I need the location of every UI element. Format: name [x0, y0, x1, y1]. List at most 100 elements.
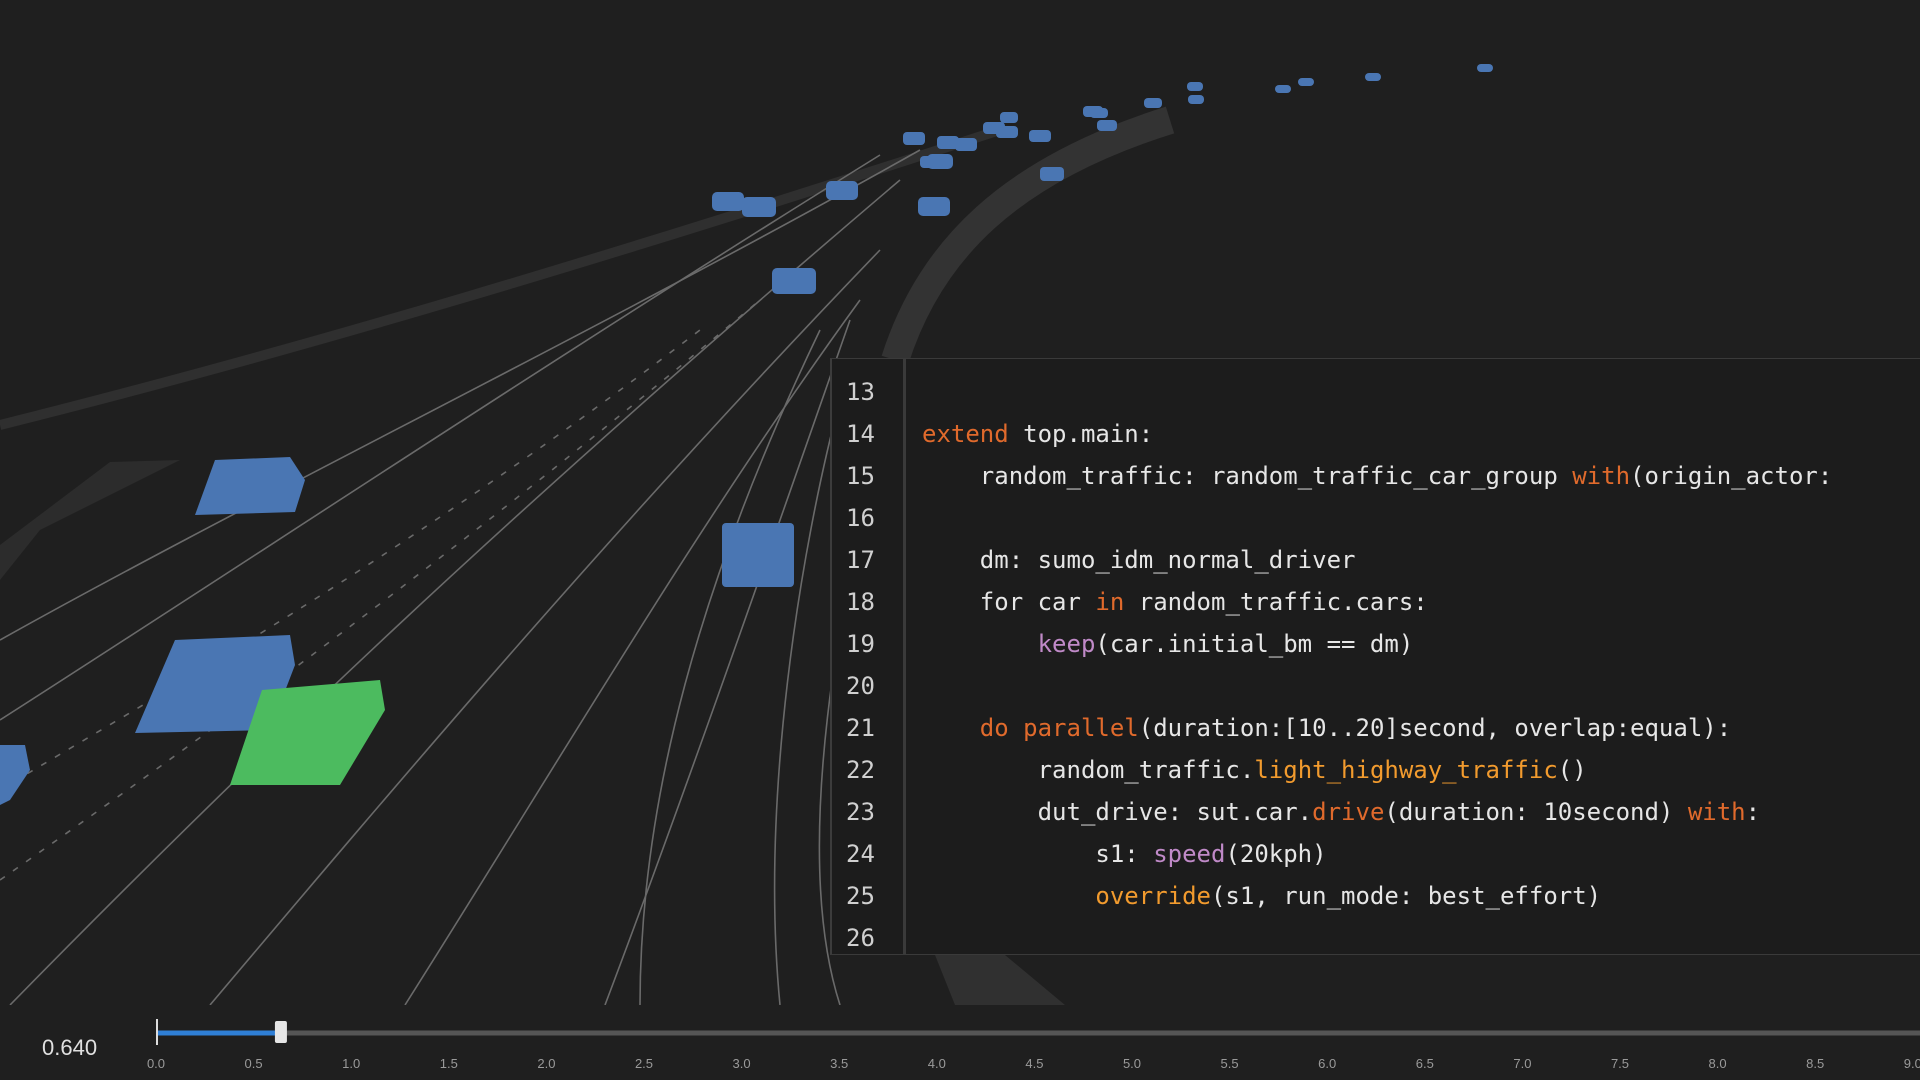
timeline-tick-label: 7.5 [1611, 1056, 1629, 1071]
code-token: drive [1312, 798, 1385, 826]
timeline-tick-label: 0.5 [245, 1056, 263, 1071]
timeline-tick-label: 1.5 [440, 1056, 458, 1071]
line-number: 26 [846, 924, 875, 952]
code-token: speed [1153, 840, 1226, 868]
traffic-car [1477, 64, 1493, 72]
code-line: 18 for car in random_traffic.cars: [832, 581, 1920, 623]
code-token: override [1095, 882, 1211, 910]
code-token: with [1687, 798, 1746, 826]
code-text: do parallel(duration:[10..20]second, ove… [922, 707, 1731, 749]
code-token: dut_drive: sut.car. [922, 798, 1313, 826]
code-token: light_highway_traffic [1254, 756, 1558, 784]
code-token: do [979, 714, 1009, 742]
code-line: 21 do parallel(duration:[10..20]second, … [832, 707, 1920, 749]
line-number: 19 [846, 630, 875, 658]
timeline-tick-label: 8.0 [1709, 1056, 1727, 1071]
timeline-tick-label: 0.0 [147, 1056, 165, 1071]
traffic-car [903, 132, 925, 145]
simulation-viewport[interactable]: 13 14 extend top.main: 15 random_traffic: r… [0, 0, 1920, 1005]
code-token: top.main: [1008, 420, 1154, 448]
line-number: 20 [846, 672, 875, 700]
code-token: (origin_actor: [1630, 462, 1833, 490]
code-token: parallel [1023, 714, 1139, 742]
code-text: random_traffic: random_traffic_car_group… [922, 455, 1833, 497]
code-text: keep(car.initial_bm == dm) [922, 623, 1414, 665]
code-text: s1: speed(20kph) [922, 833, 1327, 875]
traffic-car [1040, 167, 1064, 181]
traffic-car [1000, 112, 1018, 123]
code-token: for car [922, 588, 1096, 616]
traffic-car [1187, 82, 1203, 91]
traffic-car [826, 181, 858, 200]
traffic-car [1275, 85, 1291, 93]
code-token: s1: [922, 840, 1154, 868]
line-number: 23 [846, 798, 875, 826]
traffic-car [1365, 73, 1381, 81]
code-token: (20kph) [1225, 840, 1327, 868]
timeline-tick-label: 1.0 [342, 1056, 360, 1071]
code-token: random_traffic: random_traffic_car_group [922, 462, 1573, 490]
code-token: in [1095, 588, 1125, 616]
traffic-car [712, 192, 744, 211]
code-token: random_traffic. [922, 756, 1255, 784]
traffic-car [1298, 78, 1314, 86]
timeline-tick-label: 5.5 [1221, 1056, 1239, 1071]
line-number: 15 [846, 462, 875, 490]
line-number: 22 [846, 756, 875, 784]
code-editor-panel[interactable]: 13 14 extend top.main: 15 random_traffic: r… [830, 358, 1920, 955]
code-line: 20 [832, 665, 1920, 707]
code-line: 13 [832, 371, 1920, 413]
traffic-car [1144, 98, 1162, 108]
code-token: with [1572, 462, 1631, 490]
code-text: override(s1, run_mode: best_effort) [922, 875, 1601, 917]
timeline-tick-labels: 0.0 0.5 1.0 1.5 2.0 2.5 3.0 3.5 4.0 4.5 5.0 5.5 6.0 6… [147, 1056, 1920, 1071]
traffic-car [0, 745, 30, 805]
timeline-tick-label: 5.0 [1123, 1056, 1141, 1071]
timeline-slider[interactable]: 0.0 0.5 1.0 1.5 2.0 2.5 3.0 3.5 4.0 4.5 5.0 5.5 6.0 6… [0, 1005, 1920, 1080]
timeline-bar[interactable]: 0.640 0.0 0.5 1.0 1.5 2.0 2.5 3.0 3.5 4.0 4.5 5.0 5… [0, 1005, 1920, 1080]
road-shoulder-bottom [935, 955, 1065, 1005]
traffic-car [955, 138, 977, 151]
code-token: (duration: 10second) [1384, 798, 1688, 826]
code-token: () [1557, 756, 1587, 784]
code-line: 17 dm: sumo_idm_normal_driver [832, 539, 1920, 581]
code-line: 22 random_traffic.light_highway_traffic(… [832, 749, 1920, 791]
code-line: 26 [832, 917, 1920, 959]
traffic-car [722, 523, 794, 587]
line-number: 24 [846, 840, 875, 868]
traffic-car [1188, 95, 1204, 104]
code-line: 24 s1: speed(20kph) [832, 833, 1920, 875]
code-token: extend [922, 420, 1009, 448]
code-text: for car in random_traffic.cars: [922, 581, 1428, 623]
line-number: 17 [846, 546, 875, 574]
timeline-tick-label: 6.0 [1318, 1056, 1336, 1071]
code-text: dut_drive: sut.car.drive(duration: 10sec… [922, 791, 1760, 833]
traffic-car [996, 126, 1018, 138]
timeline-tick-label: 3.0 [733, 1056, 751, 1071]
code-line: 14 extend top.main: [832, 413, 1920, 455]
code-line: 19 keep(car.initial_bm == dm) [832, 623, 1920, 665]
code-token: dm: sumo_idm_normal_driver [922, 546, 1356, 574]
code-line: 15 random_traffic: random_traffic_car_gr… [832, 455, 1920, 497]
timeline-tick-label: 8.5 [1806, 1056, 1824, 1071]
code-token: (car.initial_bm == dm) [1095, 630, 1414, 658]
code-line: 25 override(s1, run_mode: best_effort) [832, 875, 1920, 917]
line-number: 14 [846, 420, 875, 448]
traffic-car [195, 457, 305, 515]
code-token: random_traffic.cars: [1124, 588, 1428, 616]
traffic-car [1029, 130, 1051, 142]
timeline-tick-label: 2.5 [635, 1056, 653, 1071]
timeline-tick-label: 4.0 [928, 1056, 946, 1071]
road-shoulder-ramp [0, 460, 180, 580]
line-number: 25 [846, 882, 875, 910]
timeline-tick-label: 6.5 [1416, 1056, 1434, 1071]
code-token: keep [1037, 630, 1096, 658]
line-number: 13 [846, 378, 875, 406]
code-line: 16 [832, 497, 1920, 539]
timeline-handle[interactable] [274, 1021, 287, 1043]
timeline-tick-label: 4.5 [1025, 1056, 1043, 1071]
code-token: (s1, run_mode: best_effort) [1210, 882, 1602, 910]
